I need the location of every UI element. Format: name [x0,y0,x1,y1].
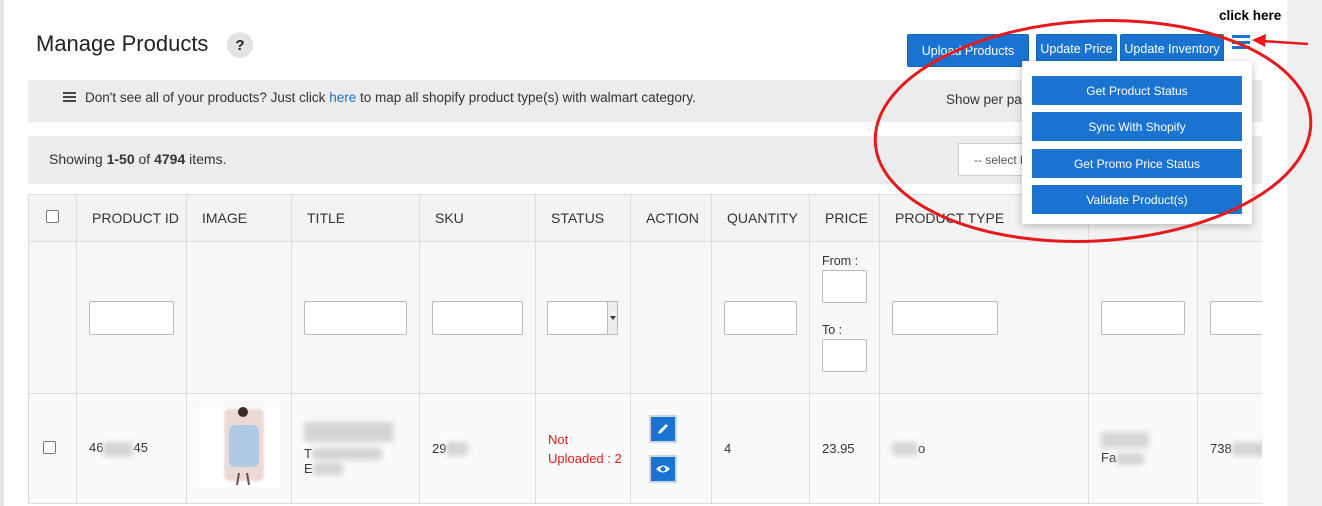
redacted-blur [446,442,469,457]
summary-suffix: items. [185,151,227,167]
col10-filter-input[interactable] [1101,300,1186,335]
summary-range: 1-50 [106,151,135,167]
col11-start: 738 [1210,440,1232,456]
select-all-checkbox[interactable] [46,210,59,223]
upload-products-button[interactable]: Upload Products [907,34,1029,67]
list-icon [63,92,76,103]
edit-product-button[interactable] [649,414,677,443]
filter-cell-image [186,241,292,394]
product-id-end: 45 [133,440,148,456]
hamburger-menu-icon[interactable] [1232,35,1250,49]
header-sku[interactable]: SKU [419,194,536,242]
help-icon[interactable]: ? [227,32,253,58]
product-image-cell [186,393,292,504]
price-from-label: From : [822,254,859,268]
header-status[interactable]: STATUS [535,194,631,242]
redacted-blur [1231,442,1262,457]
header-image: IMAGE [186,194,292,242]
products-table: PRODUCT ID IMAGE TITLE SKU STATUS ACTION… [28,194,1262,506]
col11-filter-input[interactable] [1210,300,1262,335]
price-to-input[interactable] [822,339,867,372]
title-filter-input[interactable] [304,300,407,335]
header-price[interactable]: PRICE [809,194,880,242]
notice-text: Don't see all of your products? Just cli… [85,90,696,105]
pencil-icon [658,423,668,434]
redacted-blur [312,463,343,476]
title-fragment-b: E [304,460,313,476]
product-id-start: 46 [89,440,104,456]
title-cell: T E [291,393,420,504]
update-inventory-button[interactable]: Update Inventory [1120,34,1224,63]
product-type-cell: o [878,393,1090,504]
price-to-label: To : [822,323,843,337]
status-cell: Not Uploaded : 2 [535,393,631,504]
sku-cell: 29 [419,393,536,504]
status-filter-select[interactable] [547,300,618,335]
sync-with-shopify-item[interactable]: Sync With Shopify [1032,112,1242,141]
actions-dropdown-menu: Get Product Status Sync With Shopify Get… [1022,61,1252,224]
page-title: Manage Products [36,31,209,56]
summary-total: 4794 [154,151,186,167]
row-checkbox[interactable] [43,440,56,454]
notice-prefix: Don't see all of your products? Just cli… [85,90,330,105]
product-id-cell: 46 45 [76,393,187,504]
redacted-blur [1116,452,1145,465]
arrow-head-icon [1252,34,1266,47]
product-type-end: o [918,440,926,456]
filter-cell-empty [28,241,77,394]
col10-cell: Fa [1088,393,1199,504]
table-row: 46 45 T E 29 Not Uploaded: 2 4 23.95 o … [28,393,1262,504]
price-cell: 23.95 [809,393,880,504]
click-here-annotation: click here [1219,8,1282,23]
product-thumbnail [199,407,279,487]
redacted-blur [103,441,134,457]
mapping-link[interactable]: here [329,90,356,105]
get-promo-price-status-item[interactable]: Get Promo Price Status [1032,149,1242,178]
header-action: ACTION [630,194,712,242]
eye-icon [656,465,670,472]
get-product-status-item[interactable]: Get Product Status [1032,76,1242,105]
update-price-button[interactable]: Update Price [1036,34,1117,63]
quantity-cell: 4 [711,393,810,504]
sku-filter-input[interactable] [432,300,523,335]
sku-value: 29 [432,440,447,456]
product-id-filter-input[interactable] [89,300,174,335]
redacted-blur [1101,432,1150,448]
per-page-label: Show per pa [946,92,1022,107]
col11-cell: 7385 [1197,393,1262,504]
page-left-edge [0,0,4,506]
redacted-blur [304,421,394,442]
action-cell [630,393,712,504]
price-from-input[interactable] [822,270,867,303]
filter-cell-action [630,241,712,394]
view-product-button[interactable] [649,454,677,483]
summary-middle: of [134,151,155,167]
notice-suffix: to map all shopify product type(s) with … [356,90,696,105]
header-quantity[interactable]: QUANTITY [711,194,810,242]
header-product-id[interactable]: PRODUCT ID [76,194,187,242]
header-title[interactable]: TITLE [291,194,420,242]
summary-prefix: Showing [49,151,107,167]
validate-products-item[interactable]: Validate Product(s) [1032,185,1242,214]
redacted-blur [892,442,918,457]
status-not-uploaded: Not Uploaded : 2 [548,431,622,466]
filter-row: From : To : [28,241,1262,394]
title-fragment-a: T [304,445,312,461]
col10-fragment: Fa [1101,450,1117,465]
page-right-scroll-area [1287,0,1322,506]
redacted-blur [311,448,382,461]
quantity-filter-input[interactable] [724,300,797,335]
results-summary: Showing 1-50 of 4794 items. [49,151,226,167]
product-type-filter-input[interactable] [892,300,998,335]
